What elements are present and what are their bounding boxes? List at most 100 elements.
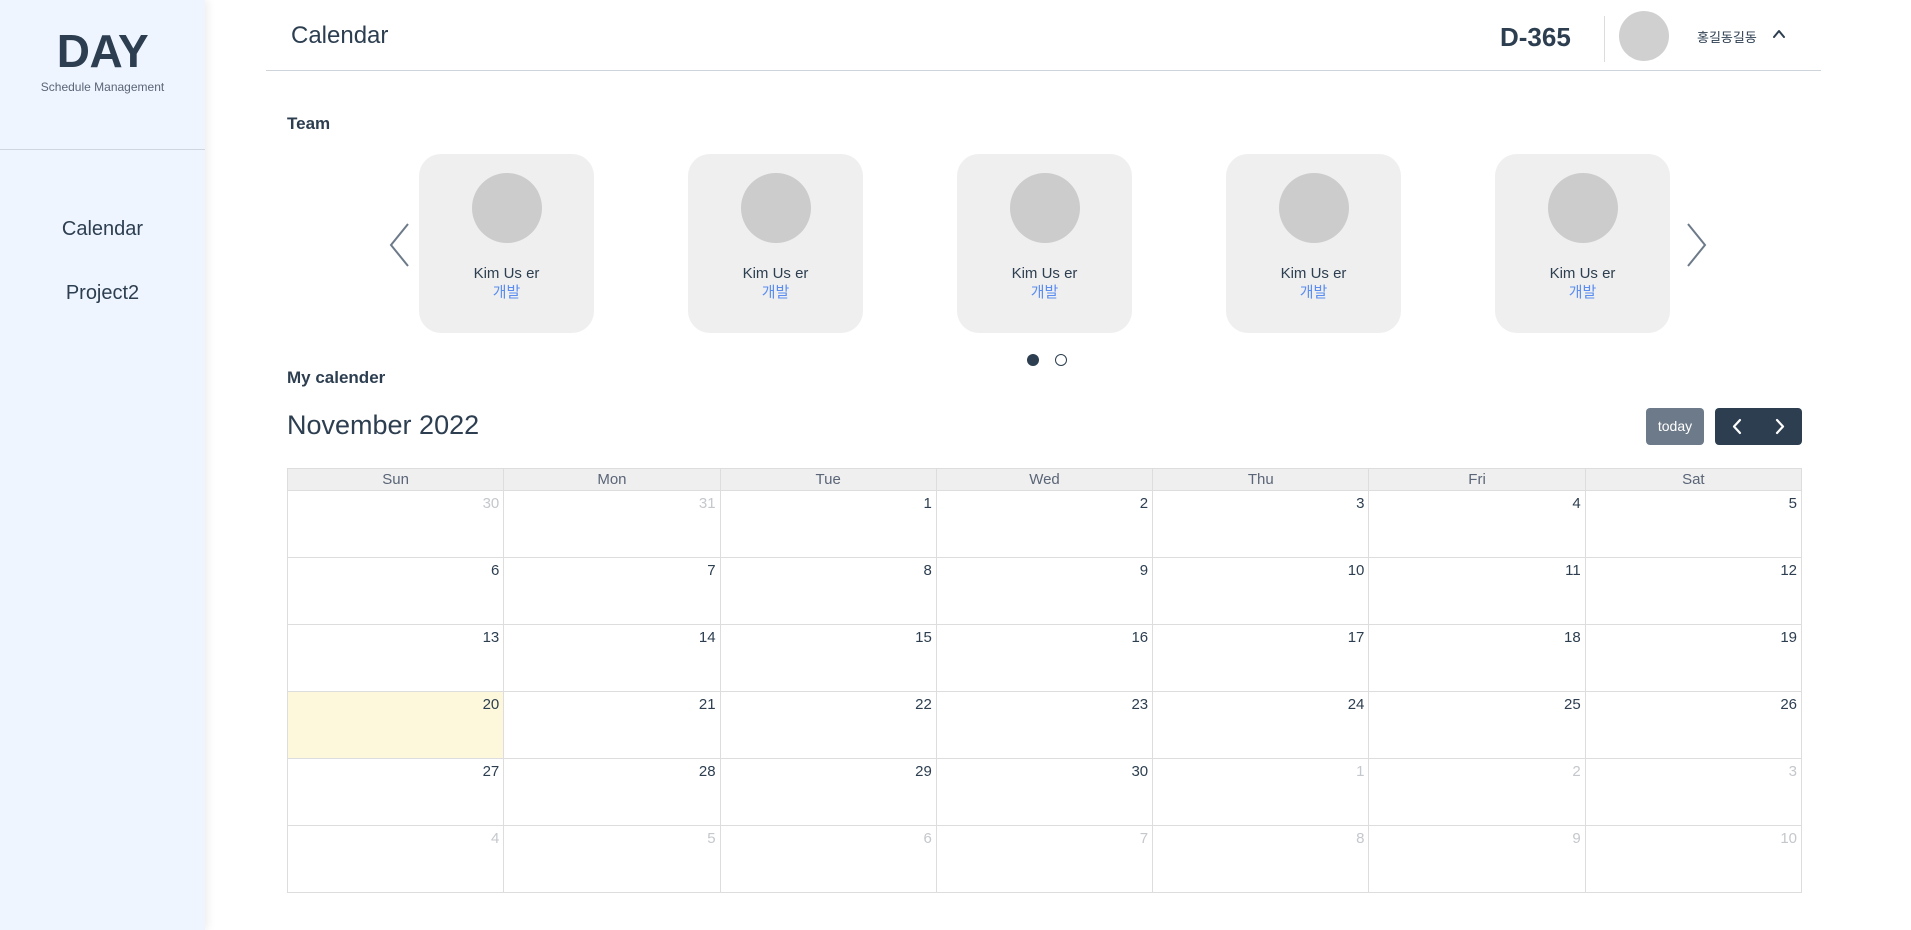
member-name: Kim Us er — [742, 265, 809, 282]
carousel-dot-2[interactable] — [1055, 354, 1067, 366]
day-cell[interactable]: 8 — [1152, 825, 1370, 893]
day-cell[interactable]: 7 — [503, 557, 721, 625]
day-cell[interactable]: 22 — [719, 691, 937, 759]
month-nav-group — [1715, 408, 1802, 445]
chevron-right-icon — [1775, 418, 1785, 435]
day-cell[interactable]: 18 — [1368, 624, 1586, 692]
day-cell[interactable]: 8 — [719, 557, 937, 625]
team-member-card[interactable]: Kim Us er 개발 — [1226, 154, 1401, 333]
day-cell[interactable]: 1 — [719, 490, 937, 558]
weekday-header: Sun — [286, 468, 505, 491]
member-name: Kim Us er — [1011, 265, 1078, 282]
my-calendar-label: My calender — [287, 368, 386, 387]
day-cell[interactable]: 9 — [1368, 825, 1586, 893]
day-cell[interactable]: 27 — [286, 758, 505, 826]
day-cell[interactable]: 12 — [1584, 557, 1803, 625]
today-button[interactable]: today — [1646, 408, 1704, 445]
day-cell[interactable]: 14 — [503, 624, 721, 692]
day-cell[interactable]: 30 — [286, 490, 505, 558]
weekday-header: Thu — [1152, 468, 1370, 491]
member-role: 개발 — [1299, 284, 1328, 301]
day-cell[interactable]: 15 — [719, 624, 937, 692]
member-avatar — [1009, 173, 1080, 243]
weekday-header: Wed — [935, 468, 1154, 491]
week-row: 4 5 6 7 8 9 10 — [286, 825, 1803, 893]
week-row: 20 21 22 23 24 25 26 — [286, 691, 1803, 759]
day-cell[interactable]: 4 — [286, 825, 505, 893]
user-avatar[interactable] — [1619, 11, 1669, 61]
dday-counter: D-365 — [1500, 22, 1571, 52]
prev-month-button[interactable] — [1715, 408, 1758, 445]
chevron-left-icon[interactable] — [388, 222, 412, 268]
header-divider — [1604, 16, 1605, 62]
member-avatar — [740, 173, 811, 243]
weekday-header: Tue — [719, 468, 937, 491]
calendar-body: 30 31 1 2 3 4 5 6 7 8 9 10 11 12 13 14 15 16 17 18 19 20 21 22 2… — [286, 490, 1803, 893]
day-cell[interactable]: 4 — [1368, 490, 1586, 558]
team-member-card[interactable]: Kim Us er 개발 — [688, 154, 863, 333]
sidebar-item-calendar[interactable]: Calendar — [0, 218, 205, 241]
day-cell[interactable]: 5 — [1584, 490, 1803, 558]
day-cell[interactable]: 1 — [1152, 758, 1370, 826]
weekday-header: Sat — [1584, 468, 1803, 491]
page-title: Calendar — [291, 22, 389, 49]
team-member-card[interactable]: Kim Us er 개발 — [1495, 154, 1670, 333]
day-cell[interactable]: 10 — [1152, 557, 1370, 625]
weekday-header-row: Sun Mon Tue Wed Thu Fri Sat — [286, 468, 1803, 491]
day-cell[interactable]: 10 — [1584, 825, 1803, 893]
logo-subtitle: Schedule Management — [40, 80, 165, 94]
header-divider-line — [266, 70, 1821, 71]
day-cell[interactable]: 11 — [1368, 557, 1586, 625]
team-member-card[interactable]: Kim Us er 개발 — [419, 154, 594, 333]
day-cell[interactable]: 29 — [719, 758, 937, 826]
sidebar-item-project2[interactable]: Project2 — [0, 282, 205, 305]
team-section-label: Team — [287, 114, 331, 133]
month-calendar-grid: Sun Mon Tue Wed Thu Fri Sat 30 31 1 2 3 4 5 6 7 8… — [286, 468, 1803, 893]
day-cell[interactable]: 31 — [503, 490, 721, 558]
day-cell[interactable]: 24 — [1152, 691, 1370, 759]
day-cell[interactable]: 30 — [935, 758, 1154, 826]
day-cell[interactable]: 3 — [1584, 758, 1803, 826]
member-name: Kim Us er — [1280, 265, 1347, 282]
day-cell[interactable]: 13 — [286, 624, 505, 692]
day-cell[interactable]: 28 — [503, 758, 721, 826]
week-row: 30 31 1 2 3 4 5 — [286, 490, 1803, 558]
day-cell[interactable]: 6 — [719, 825, 937, 893]
weekday-header: Mon — [503, 468, 721, 491]
day-cell[interactable]: 21 — [503, 691, 721, 759]
week-row: 6 7 8 9 10 11 12 — [286, 557, 1803, 625]
sidebar: DAY Schedule Management Calendar Project… — [0, 0, 205, 930]
day-cell[interactable]: 2 — [1368, 758, 1586, 826]
member-role: 개발 — [1030, 284, 1059, 301]
day-cell[interactable]: 3 — [1152, 490, 1370, 558]
day-cell[interactable]: 7 — [935, 825, 1154, 893]
member-name: Kim Us er — [473, 265, 540, 282]
member-role: 개발 — [1568, 284, 1597, 301]
next-month-button[interactable] — [1759, 408, 1802, 445]
day-cell[interactable]: 6 — [286, 557, 505, 625]
chevron-right-icon[interactable] — [1684, 222, 1708, 268]
chevron-up-icon[interactable] — [1771, 26, 1787, 42]
carousel-dot-1[interactable] — [1027, 354, 1039, 366]
team-member-card[interactable]: Kim Us er 개발 — [957, 154, 1132, 333]
member-role: 개발 — [492, 284, 521, 301]
day-cell[interactable]: 23 — [935, 691, 1154, 759]
member-avatar — [1278, 173, 1349, 243]
day-cell-today[interactable]: 20 — [286, 691, 505, 759]
day-cell[interactable]: 9 — [935, 557, 1154, 625]
week-row: 27 28 29 30 1 2 3 — [286, 758, 1803, 826]
user-name[interactable]: 홍길동길동 — [1697, 27, 1757, 46]
member-name: Kim Us er — [1549, 265, 1616, 282]
day-cell[interactable]: 26 — [1584, 691, 1803, 759]
day-cell[interactable]: 16 — [935, 624, 1154, 692]
day-cell[interactable]: 2 — [935, 490, 1154, 558]
member-avatar — [1547, 173, 1618, 243]
member-role: 개발 — [761, 284, 790, 301]
day-cell[interactable]: 5 — [503, 825, 721, 893]
day-cell[interactable]: 17 — [1152, 624, 1370, 692]
day-cell[interactable]: 25 — [1368, 691, 1586, 759]
logo[interactable]: DAY Schedule Management — [0, 22, 205, 94]
weekday-header: Fri — [1368, 468, 1586, 491]
day-cell[interactable]: 19 — [1584, 624, 1803, 692]
logo-title: DAY — [56, 25, 149, 77]
